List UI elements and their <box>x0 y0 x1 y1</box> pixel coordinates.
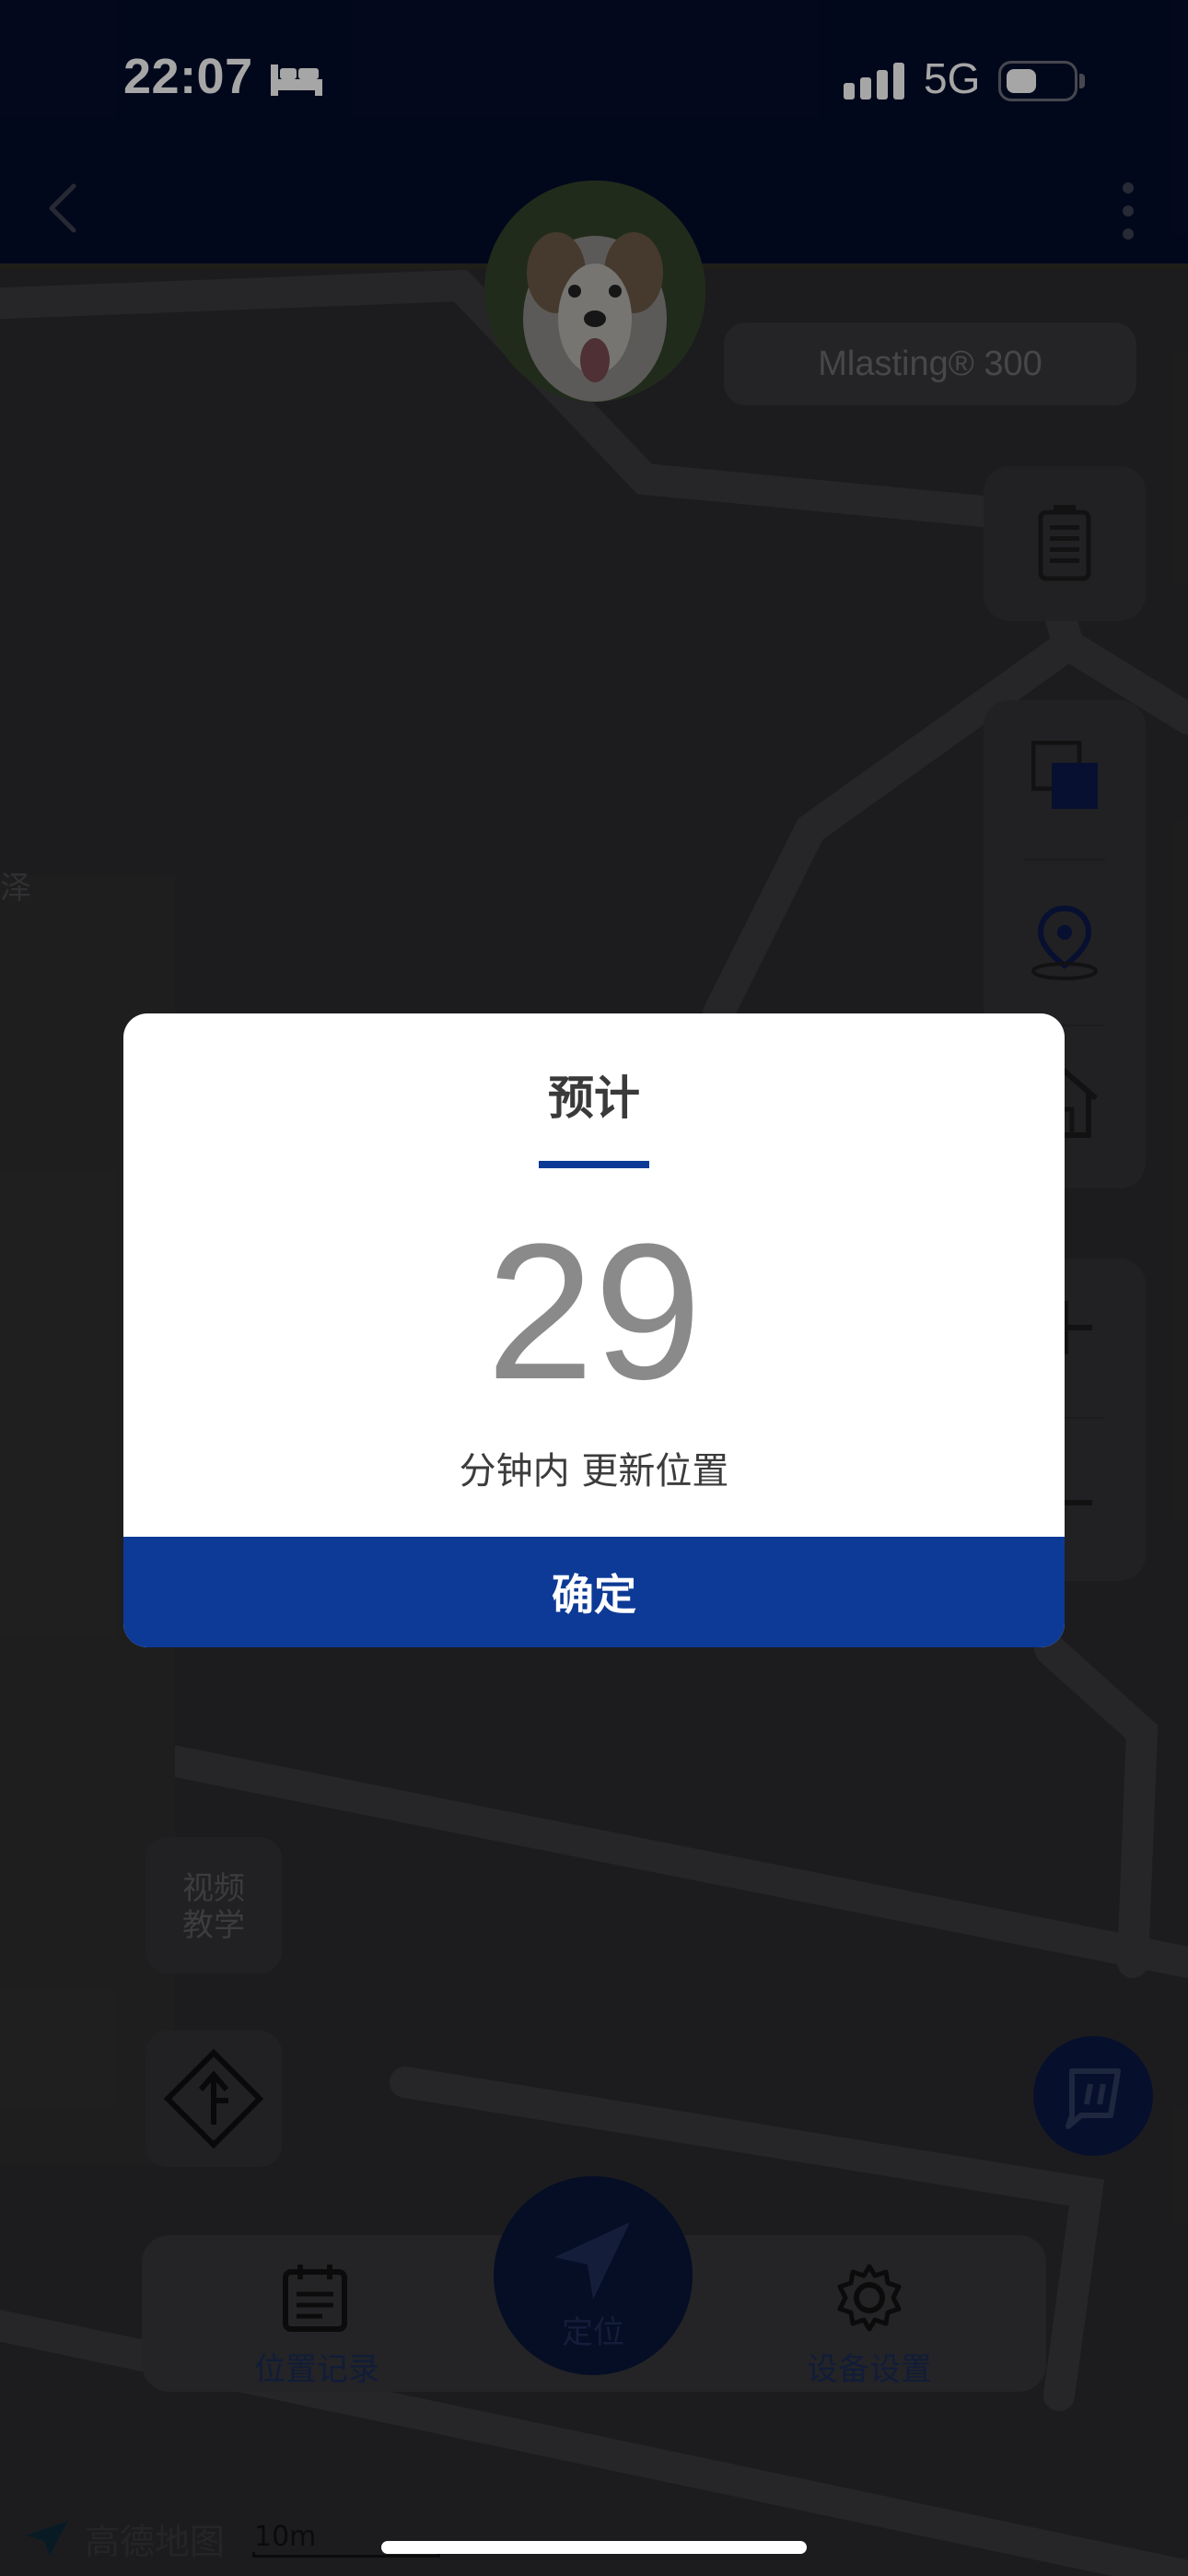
dialog-message: 分钟内 更新位置 <box>459 1450 729 1493</box>
confirm-button[interactable]: 确定 <box>123 1537 1065 1647</box>
dialog-title: 预计 <box>548 1071 640 1125</box>
update-estimate-dialog: 预计 29 分钟内 更新位置 确定 <box>123 1013 1065 1647</box>
app-root: 泽 22:07 5G Mlasting® 300 视频 教学 位置记录 设备设置… <box>0 0 1188 2576</box>
dialog-title-underline <box>539 1161 649 1168</box>
home-indicator[interactable] <box>381 2541 807 2554</box>
estimated-minutes: 29 <box>486 1203 702 1420</box>
